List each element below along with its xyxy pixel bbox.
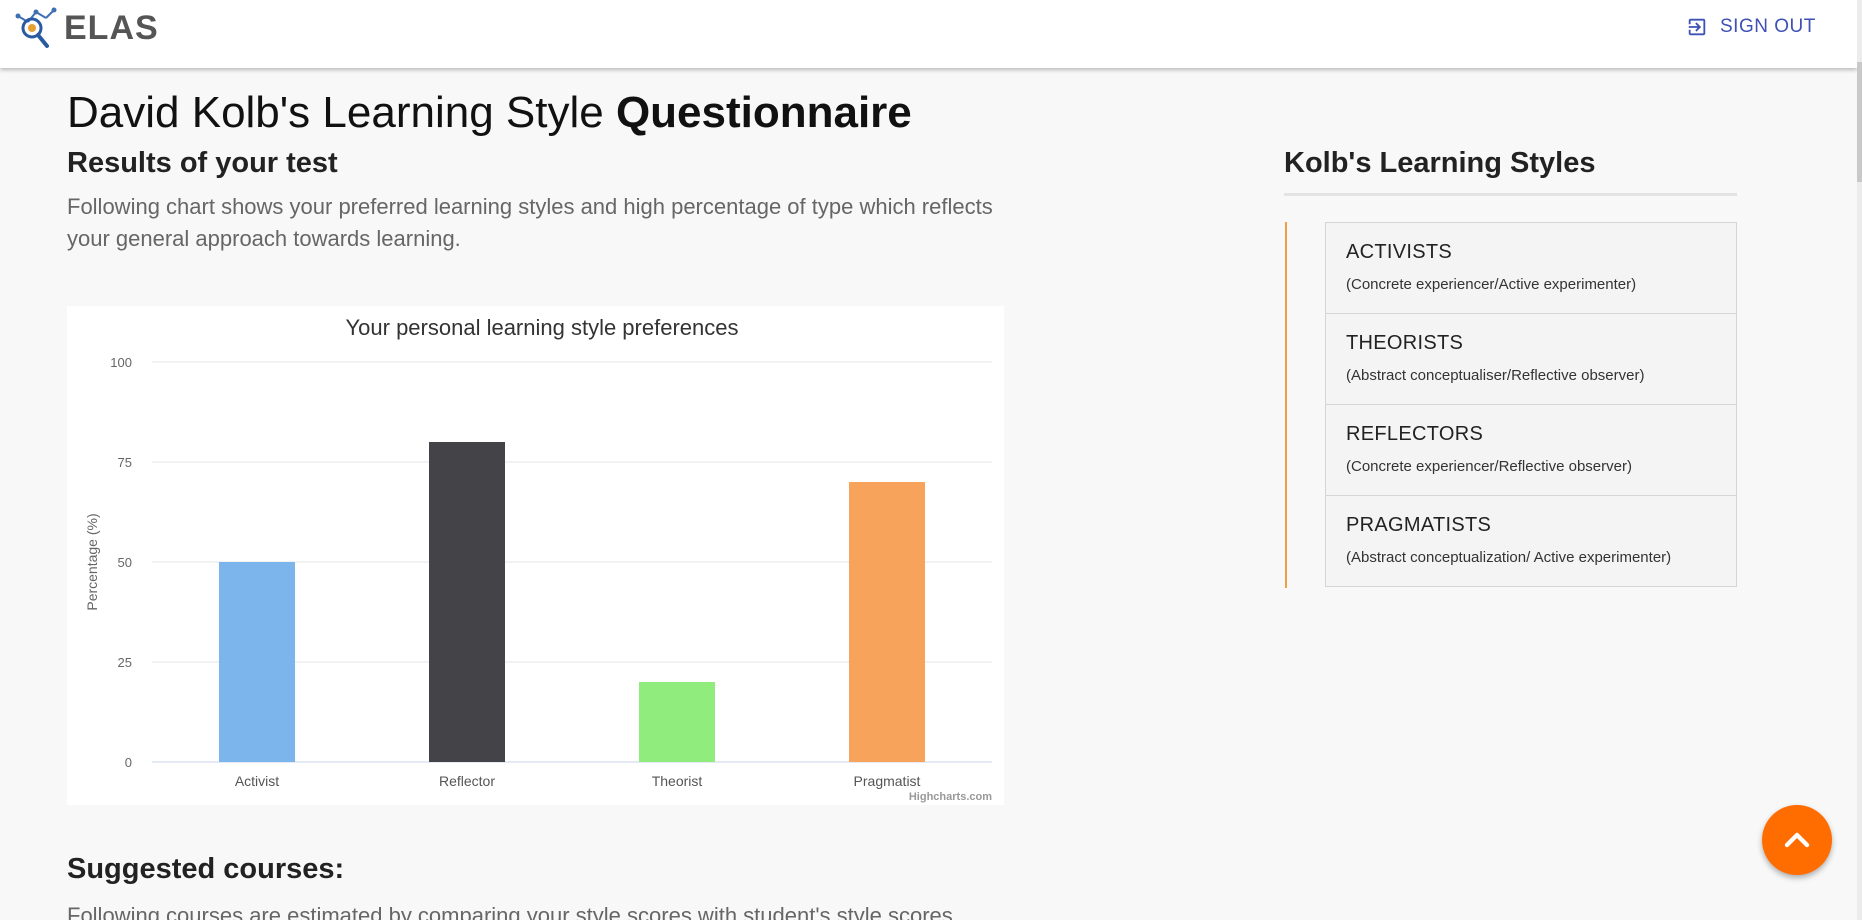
style-item-theorists: THEORISTS (Abstract conceptualiser/Refle… (1326, 314, 1736, 405)
style-item-reflectors: REFLECTORS (Concrete experiencer/Reflect… (1326, 405, 1736, 496)
y-tick-label: 75 (118, 455, 132, 470)
x-tick-label: Pragmatist (854, 773, 921, 789)
logo[interactable]: ELAS (14, 6, 159, 50)
bar-activist (219, 562, 295, 762)
results-title: Results of your test (67, 147, 338, 179)
learning-styles-list: ACTIVISTS (Concrete experiencer/Active e… (1325, 222, 1737, 587)
style-description: (Abstract conceptualization/ Active expe… (1346, 549, 1672, 566)
y-tick-label: 100 (110, 355, 132, 370)
style-description: (Concrete experiencer/Active experimente… (1346, 276, 1637, 293)
magnifier-network-icon (15, 7, 57, 48)
exit-icon (1688, 18, 1706, 36)
vertical-scrollbar[interactable] (1857, 0, 1862, 920)
divider (1284, 193, 1737, 196)
style-item-activists: ACTIVISTS (Concrete experiencer/Active e… (1326, 223, 1736, 314)
sign-out-button[interactable]: SIGN OUT (1686, 16, 1816, 38)
logo-text: ELAS (64, 9, 159, 47)
page-title-regular: David Kolb's Learning Style (67, 88, 616, 137)
learning-styles-title: Kolb's Learning Styles (1284, 147, 1596, 179)
bar-theorist (639, 682, 715, 762)
style-name: PRAGMATISTS (1346, 514, 1492, 536)
app-header: ELAS SIGN OUT (0, 0, 1857, 68)
page-title-bold: Questionnaire (615, 88, 912, 137)
page-title: David Kolb's Learning Style Questionnair… (67, 88, 912, 138)
x-tick-label: Reflector (439, 773, 495, 789)
y-tick-label: 50 (118, 555, 132, 570)
scrollbar-thumb[interactable] (1857, 62, 1862, 182)
x-tick-label: Theorist (652, 773, 703, 789)
style-name: REFLECTORS (1346, 423, 1484, 445)
style-description: (Concrete experiencer/Reflective observe… (1346, 458, 1632, 475)
style-name: ACTIVISTS (1346, 241, 1453, 263)
scroll-to-top-button[interactable] (1762, 805, 1832, 875)
timeline-line (1285, 222, 1287, 588)
sign-out-label: SIGN OUT (1720, 16, 1816, 37)
style-item-pragmatists: PRAGMATISTS (Abstract conceptualization/… (1326, 496, 1736, 587)
y-axis-label: Percentage (%) (84, 513, 100, 610)
learning-style-chart: Your personal learning style preferences… (67, 306, 1004, 805)
suggested-courses-description: Following courses are estimated by compa… (67, 903, 953, 920)
x-tick-label: Activist (235, 773, 279, 789)
bar-pragmatist (849, 482, 925, 762)
chart-credits: Highcharts.com (909, 791, 992, 803)
chart-title: Your personal learning style preferences (346, 315, 739, 340)
chevron-up-icon (1784, 832, 1810, 848)
results-description: Following chart shows your preferred lea… (67, 194, 993, 251)
chart-svg: Your personal learning style preferences… (84, 315, 992, 803)
suggested-courses-title: Suggested courses: (67, 853, 345, 885)
y-tick-label: 25 (118, 655, 132, 670)
style-name: THEORISTS (1346, 332, 1464, 354)
style-description: (Abstract conceptualiser/Reflective obse… (1346, 367, 1645, 384)
y-tick-label: 0 (125, 755, 132, 770)
bar-reflector (429, 442, 505, 762)
